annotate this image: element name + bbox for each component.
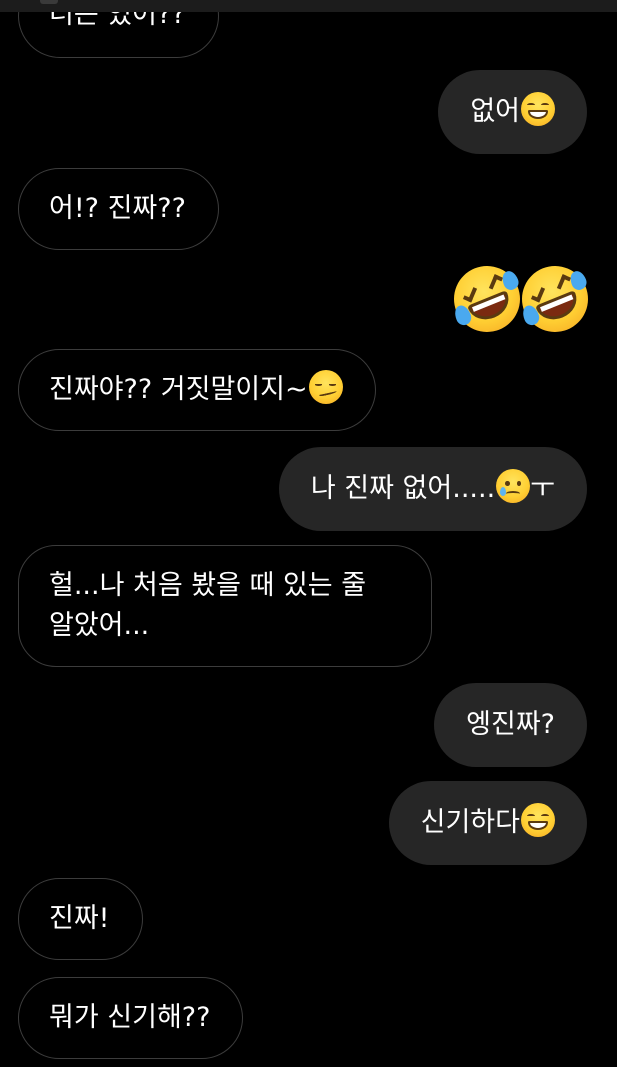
status-bar-strip (0, 0, 617, 12)
smirking-face-icon (308, 370, 343, 404)
message-text: 신기하다 (420, 807, 520, 838)
incoming-message-bubble[interactable]: 헐...나 처음 봤을 때 있는 줄 알았어... (18, 545, 432, 667)
message-suffix: ㅜ (530, 473, 555, 504)
message-text: 진짜! (49, 903, 110, 934)
incoming-message-bubble[interactable]: 진짜! (18, 878, 143, 960)
rolling-laughing-icon (444, 256, 530, 342)
incoming-message-bubble[interactable]: 진짜야?? 거짓말이지~ (18, 349, 376, 431)
incoming-message-bubble[interactable]: 뭐가 신기해?? (18, 977, 244, 1059)
message-text: 나 진짜 없어..... (310, 473, 496, 504)
grinning-face-icon (521, 803, 555, 837)
message-text: 엥진짜? (466, 709, 555, 740)
message-text: 진짜야?? 거짓말이지~ (49, 374, 308, 405)
status-bar-nub (40, 0, 58, 4)
message-text: 헐...나 처음 봤을 때 있는 줄 알았어... (49, 570, 367, 641)
rolling-laughing-icon (512, 256, 598, 342)
outgoing-message-bubble[interactable]: 나 진짜 없어..... ㅜ (278, 447, 587, 531)
grinning-face-icon (521, 92, 555, 126)
sad-tear-face-icon (496, 469, 531, 503)
message-text: 뭐가 신기해?? (49, 1002, 211, 1033)
outgoing-message-bubble[interactable]: 엥진짜? (434, 683, 587, 767)
incoming-message-bubble[interactable]: 어!? 진짜?? (18, 168, 219, 250)
outgoing-message-bubble[interactable]: 없어 (438, 70, 587, 154)
outgoing-message-bubble[interactable]: 신기하다 (388, 781, 587, 865)
message-text: 어!? 진짜?? (49, 193, 186, 224)
outgoing-emoji-message[interactable] (444, 256, 598, 342)
message-text: 없어 (470, 96, 520, 127)
